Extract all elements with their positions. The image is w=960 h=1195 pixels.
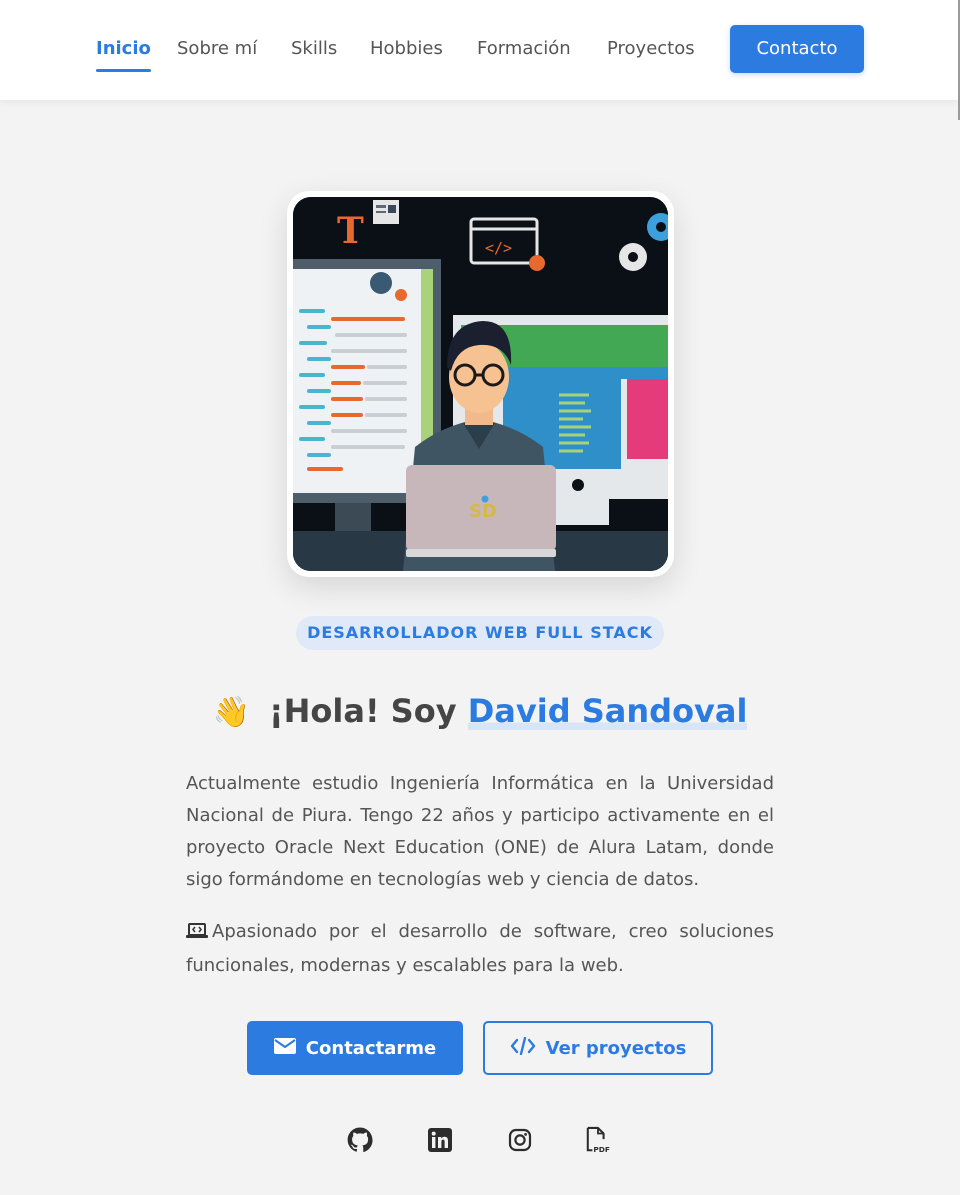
nav-sobre-mi[interactable]: Sobre mí	[177, 36, 257, 62]
nav-skills[interactable]: Skills	[291, 36, 337, 62]
role-badge: DESARROLLADOR WEB FULL STACK	[296, 616, 664, 650]
svg-text:</>: </>	[485, 239, 512, 257]
instagram-icon[interactable]	[507, 1125, 533, 1155]
hero-heading: 👋 ¡Hola! Soy David Sandoval	[0, 692, 960, 730]
greeting-prefix: ¡Hola! Soy	[269, 692, 457, 730]
laptop-code-icon	[186, 918, 208, 950]
svg-text:SD: SD	[469, 501, 497, 522]
wave-icon: 👋	[212, 695, 250, 730]
ver-proyectos-label: Ver proyectos	[545, 1037, 687, 1059]
nav-formacion[interactable]: Formación	[477, 36, 571, 62]
navbar: Inicio Sobre mí Skills Hobbies Formación…	[0, 0, 958, 100]
developer-illustration: T </> SD	[293, 197, 668, 571]
hero-name: David Sandoval	[467, 692, 748, 730]
linkedin-icon[interactable]	[427, 1125, 453, 1155]
pdf-file-icon[interactable]: PDF	[585, 1125, 611, 1155]
envelope-icon	[273, 1037, 296, 1059]
code-icon	[510, 1036, 536, 1060]
svg-text:PDF: PDF	[593, 1145, 610, 1154]
intro-paragraph: Actualmente estudio Ingeniería Informáti…	[186, 773, 774, 890]
passion-text: Apasionado por el desarrollo de software…	[186, 921, 774, 976]
contactarme-button[interactable]: Contactarme	[247, 1021, 463, 1075]
github-icon[interactable]	[347, 1125, 373, 1155]
svg-text:T: T	[337, 210, 364, 252]
ver-proyectos-button[interactable]: Ver proyectos	[483, 1021, 713, 1075]
passion-paragraph: Apasionado por el desarrollo de software…	[186, 916, 774, 982]
nav-hobbies[interactable]: Hobbies	[370, 36, 443, 62]
nav-contact-button[interactable]: Contacto	[730, 25, 864, 73]
contactarme-label: Contactarme	[305, 1037, 437, 1059]
nav-proyectos[interactable]: Proyectos	[607, 36, 695, 62]
nav-inicio[interactable]: Inicio	[96, 36, 151, 72]
profile-image-frame: T </> SD	[287, 191, 674, 577]
